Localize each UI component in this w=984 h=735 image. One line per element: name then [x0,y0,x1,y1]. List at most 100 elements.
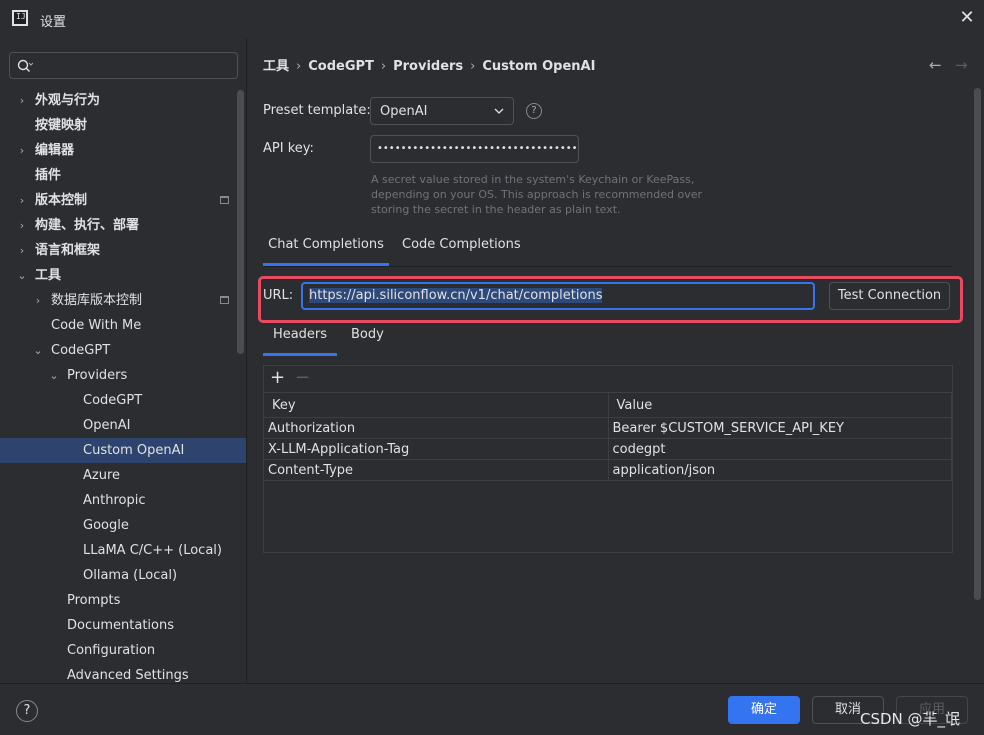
sidebar-item-label: 编辑器 [35,143,75,158]
chevron-down-icon[interactable]: ⌄ [32,338,44,363]
settings-tree: › 外观与行为 按键映射 › 编辑器 插件 › 版本控制 › 构建、执行、部署 › 语言和框架 ⌄ 工具 ›… [0,88,246,683]
preset-template-select[interactable]: OpenAI [370,97,514,125]
content-scrollbar[interactable] [974,88,981,600]
breadcrumb-item: 工具 [263,59,290,74]
window-title: 设置 [40,15,67,30]
sidebar-item[interactable]: Azure [0,463,246,488]
sidebar-item-label: Documentations [67,618,174,633]
chevron-right-icon[interactable]: › [16,238,28,263]
sidebar-item-label: Configuration [67,643,156,658]
tab-headers[interactable]: Headers [263,320,337,356]
sidebar-item[interactable]: Ollama (Local) [0,563,246,588]
breadcrumb-item: Custom OpenAI [482,59,596,74]
header-key-cell[interactable]: Content-Type [264,459,609,481]
watermark: CSDN @羋_氓 [860,710,961,728]
header-value-cell[interactable]: Bearer $CUSTOM_SERVICE_API_KEY [608,417,952,439]
chevron-right-icon[interactable]: › [16,188,28,213]
close-icon[interactable]: ✕ [958,9,976,27]
project-scope-icon [220,296,229,304]
api-key-hint: A secret value stored in the system's Ke… [371,173,703,216]
sidebar-item-label: 外观与行为 [35,93,101,108]
column-header-value[interactable]: Value [608,392,952,418]
sidebar-item[interactable]: ⌄ CodeGPT [0,338,246,363]
sidebar-item-label: Google [83,518,129,533]
tabs-divider [263,266,953,267]
preset-template-label: Preset template: [263,103,371,118]
sidebar-item[interactable]: 按键映射 [0,113,246,138]
sidebar-item-label: CodeGPT [83,393,143,408]
sidebar-item-label: 语言和框架 [35,243,101,258]
sidebar-item[interactable]: › 语言和框架 [0,238,246,263]
chevron-right-icon[interactable]: › [16,138,28,163]
chevron-down-icon[interactable]: ⌄ [16,263,28,288]
header-key-cell[interactable]: X-LLM-Application-Tag [264,438,609,460]
sidebar-item[interactable]: 插件 [0,163,246,188]
sidebar-scrollbar[interactable] [237,90,244,354]
sidebar-item-label: Anthropic [83,493,146,508]
table-row[interactable]: X-LLM-Application-Tag codegpt [264,438,952,460]
sidebar-item[interactable]: Documentations [0,613,246,638]
chevron-right-icon[interactable]: › [32,288,44,313]
add-icon[interactable]: + [270,367,285,389]
sidebar-item-label: 数据库版本控制 [51,293,143,308]
headers-panel: + − Key Value Authorization Bearer $CUST… [263,365,953,553]
api-key-field[interactable]: ••••••••••••••••••••••••••••••••••••••••… [370,135,579,163]
sidebar-item-label: 工具 [35,268,62,283]
headers-toolbar: + − [264,366,952,391]
column-header-key[interactable]: Key [264,392,609,418]
sidebar-item[interactable]: LLaMA C/C++ (Local) [0,538,246,563]
header-value-cell[interactable]: codegpt [608,438,952,460]
sidebar-item[interactable]: Code With Me [0,313,246,338]
sidebar-item[interactable]: Custom OpenAI [0,438,246,463]
settings-sidebar: › 外观与行为 按键映射 › 编辑器 插件 › 版本控制 › 构建、执行、部署 › 语言和框架 ⌄ 工具 ›… [0,38,246,683]
sidebar-item-label: OpenAI [83,418,131,433]
sidebar-item[interactable]: Advanced Settings [0,663,246,683]
sidebar-item[interactable]: ⌄ 工具 [0,263,246,288]
help-icon[interactable]: ? [526,103,542,119]
chevron-down-icon[interactable]: ⌄ [48,363,60,388]
table-row[interactable]: Content-Type application/json [264,459,952,481]
back-arrow-icon[interactable]: ← [929,56,942,74]
sidebar-item[interactable]: CodeGPT [0,388,246,413]
sidebar-item-label: Providers [67,368,128,383]
tab-chat-completions[interactable]: Chat Completions [263,230,389,266]
sidebar-item-label: 插件 [35,168,62,183]
sidebar-item[interactable]: › 编辑器 [0,138,246,163]
header-value-cell[interactable]: application/json [608,459,952,481]
chevron-right-icon[interactable]: › [16,88,28,113]
tab-code-completions[interactable]: Code Completions [402,230,521,266]
highlight-annotation [258,276,963,323]
sidebar-item[interactable]: ⌄ Providers [0,363,246,388]
dialog-footer: ? 确定 取消 应用 CSDN @羋_氓 [0,683,984,735]
ok-button[interactable]: 确定 [728,696,800,724]
sidebar-item[interactable]: Google [0,513,246,538]
help-button[interactable]: ? [16,700,38,722]
sidebar-item[interactable]: Anthropic [0,488,246,513]
sidebar-item[interactable]: › 数据库版本控制 [0,288,246,313]
sidebar-item[interactable]: › 构建、执行、部署 [0,213,246,238]
chevron-down-icon [494,108,504,114]
sidebar-item[interactable]: Prompts [0,588,246,613]
sidebar-item-label: Custom OpenAI [83,443,185,458]
header-key-cell[interactable]: Authorization [264,417,609,439]
api-key-label: API key: [263,141,314,156]
sidebar-item-label: Code With Me [51,318,142,333]
sidebar-item-label: Prompts [67,593,121,608]
sidebar-item[interactable]: › 外观与行为 [0,88,246,113]
sidebar-item-label: CodeGPT [51,343,111,358]
chevron-right-icon[interactable]: › [16,213,28,238]
preset-template-value: OpenAI [380,104,428,119]
search-input[interactable] [38,57,228,75]
breadcrumb-item: Providers [393,59,464,74]
tab-body[interactable]: Body [351,320,384,356]
sidebar-item[interactable]: Configuration [0,638,246,663]
remove-icon: − [295,367,311,388]
app-logo-icon: IJ [12,10,28,26]
sidebar-item[interactable]: › 版本控制 [0,188,246,213]
table-row[interactable]: Authorization Bearer $CUSTOM_SERVICE_API… [264,417,952,439]
search-box[interactable] [9,52,238,79]
sidebar-item[interactable]: OpenAI [0,413,246,438]
sidebar-item-label: Advanced Settings [67,668,189,683]
settings-content: 工具 › CodeGPT › Providers › Custom OpenAI ← → P… [247,38,984,683]
sidebar-item-label: 构建、执行、部署 [35,218,140,233]
